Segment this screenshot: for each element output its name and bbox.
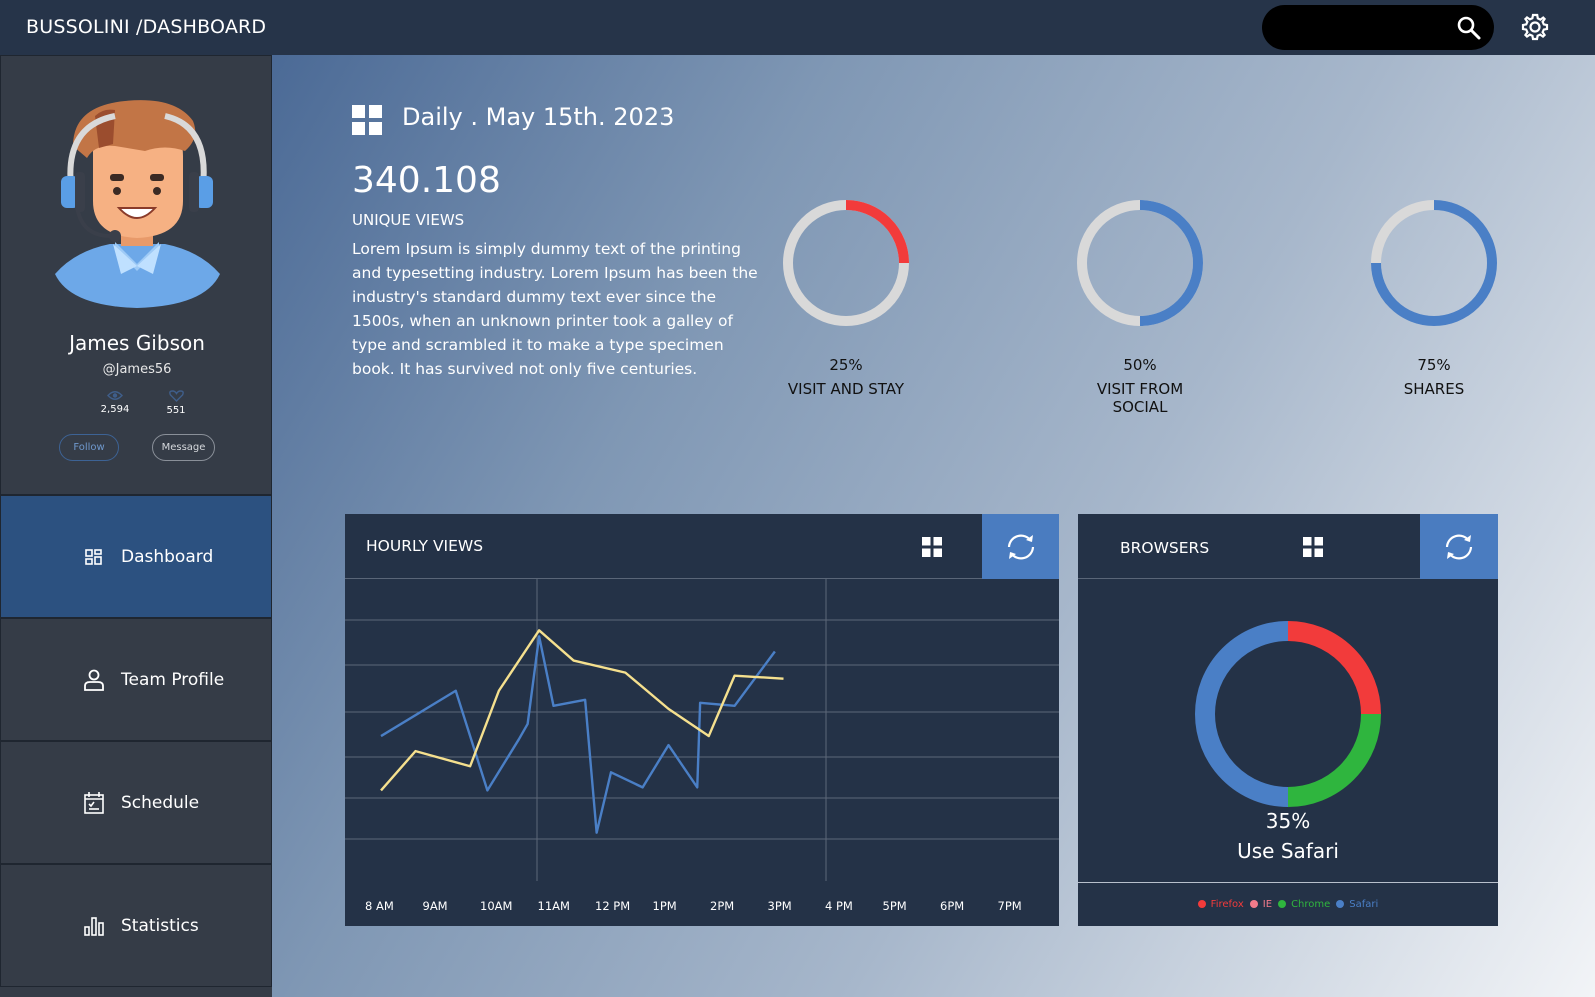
x-tick-label: 4 PM [825, 899, 853, 913]
legend-item-ie: IE [1249, 883, 1273, 927]
legend-item-chrome: Chrome [1278, 883, 1330, 927]
slice-firefox [1287, 621, 1381, 715]
x-tick-label: 8 AM [365, 899, 394, 913]
top-bar: BUSSOLINI /DASHBOARD [0, 0, 1595, 55]
likes-stat: 551 [146, 390, 206, 416]
hourly-line-chart [345, 579, 1059, 881]
slice-chrome [1287, 713, 1381, 807]
safari-label: Use Safari [1237, 839, 1339, 863]
views-count: 2,594 [100, 404, 130, 415]
eye-icon [107, 391, 123, 400]
x-tick-label: 3PM [767, 899, 792, 913]
views-stat: 2,594 [85, 390, 145, 415]
search-input[interactable] [1262, 5, 1494, 50]
x-tick-label: 2PM [710, 899, 735, 913]
kpi-percent: 75% [1417, 356, 1451, 374]
user-icon [84, 669, 104, 691]
dashboard-icon [85, 548, 102, 565]
legend-item-safari: Safari [1336, 883, 1378, 927]
slice-safari [1195, 621, 1289, 807]
x-tick-label: 1PM [652, 899, 677, 913]
safari-percent: 35% [1265, 809, 1311, 833]
profile-card: James Gibson @James56 2,594 551 Follow M… [0, 55, 272, 495]
legend-dot [1197, 900, 1206, 908]
kpi-label: VISIT AND STAY [787, 380, 905, 398]
hourly-views-card: HOURLY VIEWS 8 AM 9AM 10AM 11AM 12 PM 1PM 2PM 3… [345, 514, 1059, 926]
card-title: BROWSERS [1120, 539, 1210, 557]
x-tick-label: 12 PM [595, 899, 631, 913]
browsers-card: BROWSERS 35% Use Safari Firefox IE Chrome S… [1078, 514, 1498, 926]
sidebar-item-dashboard[interactable]: Dashboard [0, 495, 272, 618]
kpi-label: SHARES [1403, 380, 1465, 398]
message-button[interactable]: Message [152, 434, 215, 461]
brand-title[interactable]: BUSSOLINI /DASHBOARD [26, 16, 266, 38]
x-tick-label: 7PM [997, 899, 1022, 913]
refresh-icon [1007, 534, 1034, 559]
browsers-donut-chart [1195, 621, 1381, 807]
x-tick-label: 5PM [882, 899, 907, 913]
unique-views-value: 340.108 [352, 160, 501, 201]
gear-icon[interactable] [1520, 12, 1550, 42]
series-line-1 [380, 629, 784, 792]
x-tick-label: 9AM [422, 899, 448, 913]
sidebar-item-statistics[interactable]: Statistics [0, 864, 272, 987]
grid-icon[interactable] [922, 537, 942, 557]
sidebar-item-label: Team Profile [121, 669, 225, 690]
legend-item-firefox: Firefox [1197, 883, 1244, 927]
x-tick-label: 6PM [940, 899, 965, 913]
legend-dot [1278, 900, 1287, 908]
legend-label: Chrome [1291, 899, 1331, 910]
kpi-donut [1371, 200, 1497, 326]
grid-icon [352, 105, 382, 135]
series-line-0 [380, 635, 776, 834]
refresh-button[interactable] [1420, 514, 1498, 579]
profile-name: James Gibson [69, 331, 205, 355]
kpi-ring-value [1139, 200, 1203, 326]
legend-dot [1336, 900, 1345, 908]
avatar [55, 100, 220, 308]
refresh-button[interactable] [982, 514, 1059, 579]
calendar-icon [84, 791, 104, 814]
kpi-percent: 25% [829, 356, 863, 374]
kpi-donut [1077, 200, 1203, 326]
description-text: Lorem Ipsum is simply dummy text of the … [352, 240, 758, 378]
kpi-ring-value [845, 200, 909, 264]
kpi-visit-from-social: 50% VISIT FROM SOCIAL [1070, 198, 1210, 416]
card-header: BROWSERS [1078, 514, 1498, 579]
unique-views-label: UNIQUE VIEWS [352, 211, 465, 229]
page-title: Daily . May 15th. 2023 [402, 103, 675, 131]
x-tick-label: 10AM [480, 899, 513, 913]
kpi-percent: 50% [1123, 356, 1157, 374]
main-content: Daily . May 15th. 2023 340.108 UNIQUE VI… [272, 55, 1595, 997]
profile-handle: @James56 [102, 362, 172, 377]
grid-icon[interactable] [1303, 537, 1323, 557]
card-header: HOURLY VIEWS [345, 514, 1059, 579]
sidebar-item-label: Schedule [121, 792, 200, 813]
kpi-shares: 75% SHARES [1364, 198, 1504, 398]
legend-label: Firefox [1210, 899, 1244, 910]
sidebar-item-team-profile[interactable]: Team Profile [0, 618, 272, 741]
search-icon[interactable] [1456, 15, 1482, 41]
heart-icon [168, 390, 184, 402]
sidebar-item-schedule[interactable]: Schedule [0, 741, 272, 864]
kpi-donut [783, 200, 909, 326]
likes-count: 551 [166, 405, 186, 416]
x-tick-label: 11AM [537, 899, 570, 913]
bar-chart-icon [84, 916, 104, 936]
card-title: HOURLY VIEWS [366, 537, 484, 555]
follow-button[interactable]: Follow [59, 434, 119, 461]
kpi-visit-and-stay: 25% VISIT AND STAY [776, 198, 916, 398]
legend-dot [1249, 900, 1258, 908]
legend-label: Safari [1349, 899, 1379, 910]
kpi-label: VISIT FROM SOCIAL [1096, 380, 1184, 416]
browsers-legend: Firefox IE Chrome Safari [1078, 882, 1498, 926]
sidebar: James Gibson @James56 2,594 551 Follow M… [0, 55, 272, 997]
sidebar-item-label: Dashboard [121, 546, 214, 567]
refresh-icon [1445, 534, 1473, 559]
sidebar-item-label: Statistics [121, 915, 199, 936]
legend-label: IE [1262, 899, 1273, 910]
